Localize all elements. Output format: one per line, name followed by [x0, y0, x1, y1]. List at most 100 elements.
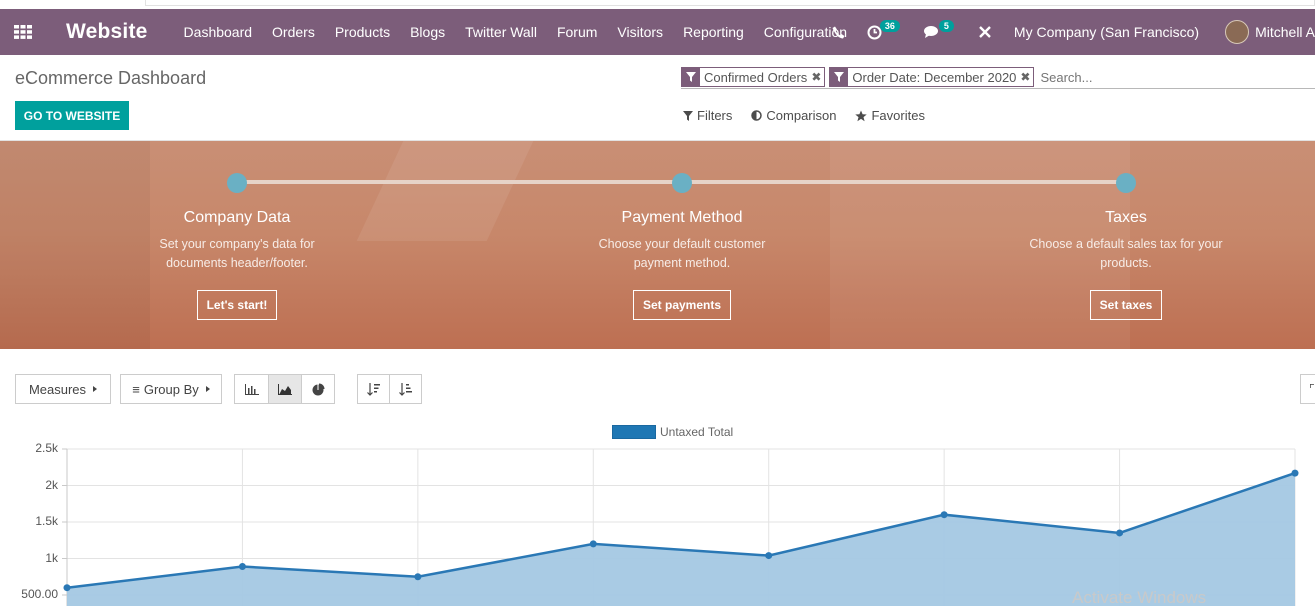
y-tick-label: 1.5k — [35, 514, 58, 528]
half-circle-icon — [751, 110, 763, 121]
caret-right-icon — [93, 386, 98, 392]
menu-visitors[interactable]: Visitors — [617, 24, 663, 40]
filter-icon — [683, 110, 693, 121]
y-tick-label: 2k — [45, 478, 58, 492]
apps-menu-icon[interactable] — [0, 9, 46, 55]
remove-facet-icon[interactable]: ✖ — [1020, 70, 1030, 84]
step-description: Set your company's data for — [159, 237, 315, 251]
menu-products[interactable]: Products — [335, 24, 390, 40]
data-point — [1116, 529, 1124, 537]
legend-label: Untaxed Total — [660, 425, 734, 439]
menu-forum[interactable]: Forum — [557, 24, 597, 40]
user-menu[interactable]: Mitchell A — [1255, 24, 1315, 40]
set-payments-button[interactable]: Set payments — [632, 290, 732, 320]
expand-button[interactable] — [1300, 374, 1315, 404]
facet-confirmed-orders: Confirmed Orders ✖ — [681, 67, 826, 87]
area-chart-icon — [278, 383, 292, 395]
favorites-toggle[interactable]: Favorites — [855, 108, 925, 123]
step-title: Company Data — [183, 209, 291, 226]
menu-blogs[interactable]: Blogs — [410, 24, 445, 40]
onboarding-banner: Company Data Set your company's data for… — [0, 141, 1315, 349]
filters-toggle[interactable]: Filters — [683, 108, 732, 123]
bars-icon: ≡ — [132, 381, 140, 397]
comparison-toggle[interactable]: Comparison — [751, 108, 836, 123]
y-tick-label: 1k — [45, 551, 58, 565]
bar-chart-icon — [244, 383, 259, 395]
data-point — [940, 511, 948, 519]
star-icon — [855, 110, 868, 121]
group-by-dropdown[interactable]: ≡ Group By — [120, 374, 222, 404]
step-description: products. — [1100, 256, 1152, 270]
sort-descending-button[interactable] — [357, 374, 390, 404]
bar-chart-button[interactable] — [234, 374, 269, 404]
filter-icon — [682, 68, 700, 86]
lets-start-button[interactable]: Let's start! — [196, 290, 278, 320]
step-description: Choose a default sales tax for your — [1029, 237, 1223, 251]
step-payment-method: Payment Method Choose your default custo… — [562, 209, 802, 320]
filter-icon — [830, 68, 849, 86]
messages-badge: 5 — [938, 20, 954, 32]
comparison-label: Comparison — [766, 108, 837, 123]
step-company-data: Company Data Set your company's data for… — [117, 209, 357, 320]
data-point — [238, 563, 246, 571]
company-switcher[interactable]: My Company (San Francisco) — [1014, 24, 1199, 40]
messages-icon[interactable]: 5 — [923, 20, 956, 39]
phone-icon[interactable] — [832, 26, 845, 39]
series-area — [67, 473, 1295, 606]
user-avatar[interactable] — [1225, 20, 1250, 44]
line-chart-button[interactable] — [268, 374, 302, 404]
series-line — [66, 471, 1296, 589]
sort-ascending-button[interactable] — [389, 374, 422, 404]
app-brand[interactable]: Website — [66, 20, 148, 44]
caret-right-icon — [205, 386, 210, 392]
y-tick-label: 2.5k — [35, 441, 58, 455]
step-dot — [672, 173, 692, 193]
systray: 36 5 My Company (San Francisco) Mitchell… — [832, 9, 1315, 55]
menu-twitter-wall[interactable]: Twitter Wall — [465, 24, 537, 40]
step-dot — [227, 173, 247, 193]
step-description: documents header/footer. — [166, 256, 308, 270]
menu-dashboard[interactable]: Dashboard — [184, 24, 253, 40]
pie-chart-button[interactable] — [301, 374, 335, 404]
browser-strip — [0, 0, 1315, 9]
facet-value: Confirmed Orders — [704, 69, 808, 85]
breadcrumb: eCommerce Dashboard — [15, 68, 207, 88]
go-to-website-button[interactable]: GO TO WEBSITE — [15, 101, 129, 130]
data-point — [1291, 469, 1299, 477]
step-dot — [1116, 173, 1136, 193]
remove-facet-icon[interactable]: ✖ — [811, 70, 821, 84]
chart-legend: Untaxed Total — [612, 425, 733, 439]
menu-orders[interactable]: Orders — [272, 24, 315, 40]
search-input[interactable] — [1038, 69, 1279, 85]
facet-order-date: Order Date: December 2020 ✖ — [829, 67, 1035, 87]
step-taxes: Taxes Choose a default sales tax for you… — [1006, 209, 1246, 320]
group-by-label: Group By — [143, 381, 199, 397]
step-title: Payment Method — [621, 209, 743, 226]
measures-dropdown[interactable]: Measures — [15, 374, 111, 404]
search-options: Filters Comparison Favorites — [683, 108, 944, 123]
sort-desc-icon — [367, 382, 380, 396]
facet-value: Order Date: December 2020 — [852, 69, 1017, 85]
top-menu: Dashboard Orders Products Blogs Twitter … — [184, 24, 868, 40]
step-description: payment method. — [633, 256, 731, 270]
activity-icon[interactable]: 36 — [867, 20, 902, 40]
expand-icon — [1310, 384, 1314, 388]
filters-label: Filters — [697, 108, 733, 123]
data-point — [765, 552, 773, 560]
favorites-label: Favorites — [871, 108, 925, 123]
set-taxes-button[interactable]: Set taxes — [1089, 290, 1163, 320]
data-point — [63, 584, 71, 592]
search-bar: Confirmed Orders ✖ Order Date: December … — [681, 66, 1315, 89]
tools-icon[interactable] — [978, 25, 992, 39]
measures-label: Measures — [28, 381, 87, 397]
control-panel: eCommerce Dashboard GO TO WEBSITE Confir… — [0, 55, 1315, 141]
y-tick-label: 500.00 — [21, 587, 58, 601]
menu-reporting[interactable]: Reporting — [683, 24, 744, 40]
sort-asc-icon — [399, 382, 412, 396]
main-navbar: Website Dashboard Orders Products Blogs … — [0, 9, 1315, 55]
activity-badge: 36 — [879, 20, 900, 32]
data-point — [589, 540, 597, 548]
step-title: Taxes — [1105, 209, 1147, 226]
pie-chart-icon — [312, 383, 324, 395]
graph-toolbar: Measures ≡ Group By — [0, 374, 1315, 404]
